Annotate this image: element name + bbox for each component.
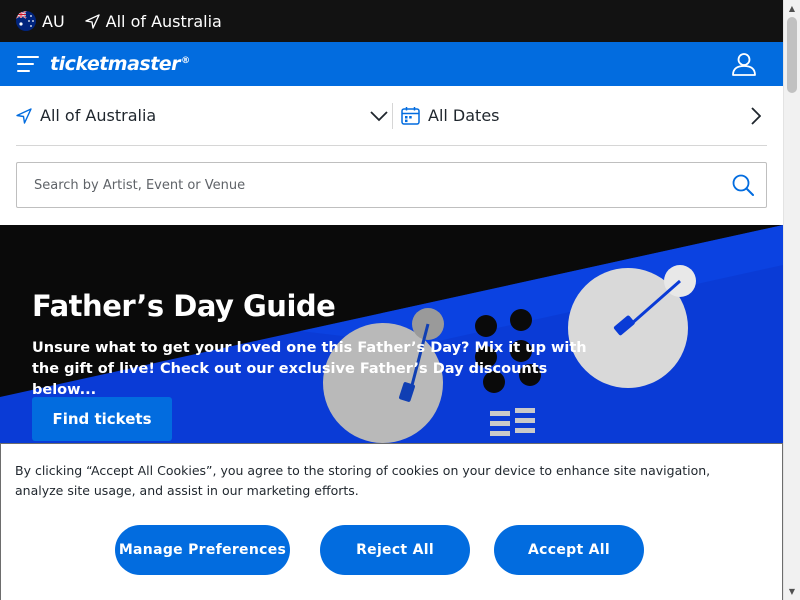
- navigation-arrow-icon: [16, 107, 32, 124]
- country-code: AU: [42, 11, 65, 31]
- search-box: [16, 162, 767, 208]
- date-filter-label: All Dates: [428, 106, 500, 125]
- scroll-down-arrow-icon[interactable]: ▼: [784, 583, 800, 600]
- calendar-icon: [401, 107, 420, 125]
- logo-text: ticketmaster: [50, 53, 181, 75]
- search-icon[interactable]: [732, 174, 754, 196]
- hero-banner[interactable]: Father’s Day Guide Unsure what to get yo…: [0, 225, 783, 455]
- chevron-right-icon: [751, 106, 761, 125]
- filter-bar: All of Australia All Dates: [16, 86, 767, 146]
- topbar-location-label: All of Australia: [105, 11, 222, 31]
- scroll-up-arrow-icon[interactable]: ▲: [784, 0, 800, 17]
- page: AU All of Australia ticketmaster® All of…: [0, 0, 783, 600]
- location-filter[interactable]: All of Australia: [16, 106, 392, 125]
- ticketmaster-logo[interactable]: ticketmaster®: [50, 53, 190, 75]
- chevron-down-icon: [370, 110, 388, 121]
- date-filter[interactable]: All Dates: [393, 106, 767, 125]
- navigation-arrow-icon: [84, 13, 100, 29]
- find-tickets-button[interactable]: Find tickets: [32, 397, 172, 441]
- user-icon[interactable]: [731, 51, 757, 77]
- logo-registered-mark: ®: [181, 55, 190, 66]
- cookie-consent-banner: By clicking “Accept All Cookies”, you ag…: [0, 443, 783, 600]
- scrollbar-thumb[interactable]: [787, 17, 797, 93]
- brand-bar: ticketmaster®: [0, 42, 783, 86]
- hero-title: Father’s Day Guide: [32, 289, 336, 323]
- accept-all-button[interactable]: Accept All: [494, 525, 644, 575]
- country-selector[interactable]: AU: [16, 11, 65, 31]
- location-selector[interactable]: All of Australia: [84, 11, 222, 31]
- top-bar: AU All of Australia: [0, 0, 783, 42]
- vertical-scrollbar[interactable]: ▲ ▼: [783, 0, 800, 600]
- cookie-consent-text: By clicking “Accept All Cookies”, you ag…: [15, 463, 711, 498]
- menu-icon[interactable]: [17, 56, 39, 72]
- hero-description: Unsure what to get your loved one this F…: [32, 340, 587, 398]
- reject-all-button[interactable]: Reject All: [320, 525, 470, 575]
- search-input[interactable]: [34, 177, 674, 193]
- australia-flag-icon: [16, 11, 36, 31]
- location-filter-label: All of Australia: [40, 106, 157, 125]
- manage-preferences-button[interactable]: Manage Preferences: [115, 525, 290, 575]
